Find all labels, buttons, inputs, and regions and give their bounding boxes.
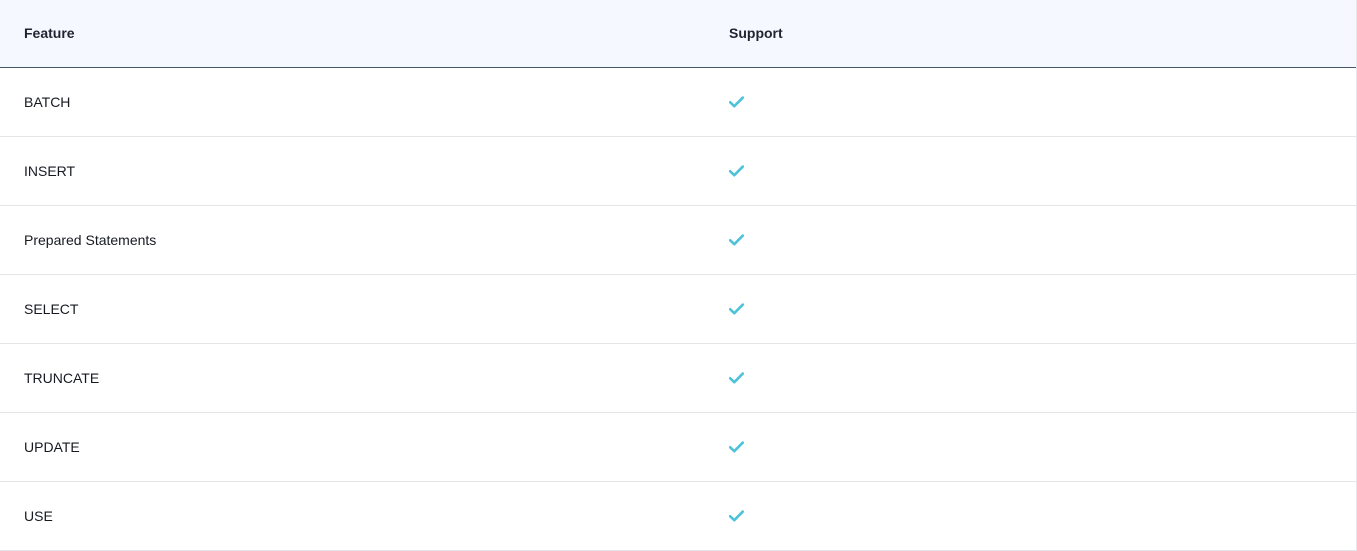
table-row: INSERT [0,137,1356,206]
feature-name: USE [24,508,53,524]
feature-name: INSERT [24,163,76,179]
feature-name: SELECT [24,301,79,317]
table-row: UPDATE [0,413,1356,482]
check-icon [729,96,744,108]
table-row: Prepared Statements [0,206,1356,275]
feature-name: BATCH [24,94,71,110]
feature-name: Prepared Statements [24,232,157,248]
table-row: USE [0,482,1356,551]
header-feature: Feature [24,25,75,41]
check-icon [729,441,744,453]
feature-name: TRUNCATE [24,370,100,386]
table-row: TRUNCATE [0,344,1356,413]
table-row: BATCH [0,68,1356,137]
check-icon [729,303,744,315]
check-icon [729,510,744,522]
feature-support-table: Feature Support BATCH INSERT Prepared St… [0,0,1357,551]
header-support: Support [729,25,783,41]
check-icon [729,234,744,246]
check-icon [729,165,744,177]
table-row: SELECT [0,275,1356,344]
check-icon [729,372,744,384]
table-header: Feature Support [0,0,1356,68]
feature-name: UPDATE [24,439,80,455]
